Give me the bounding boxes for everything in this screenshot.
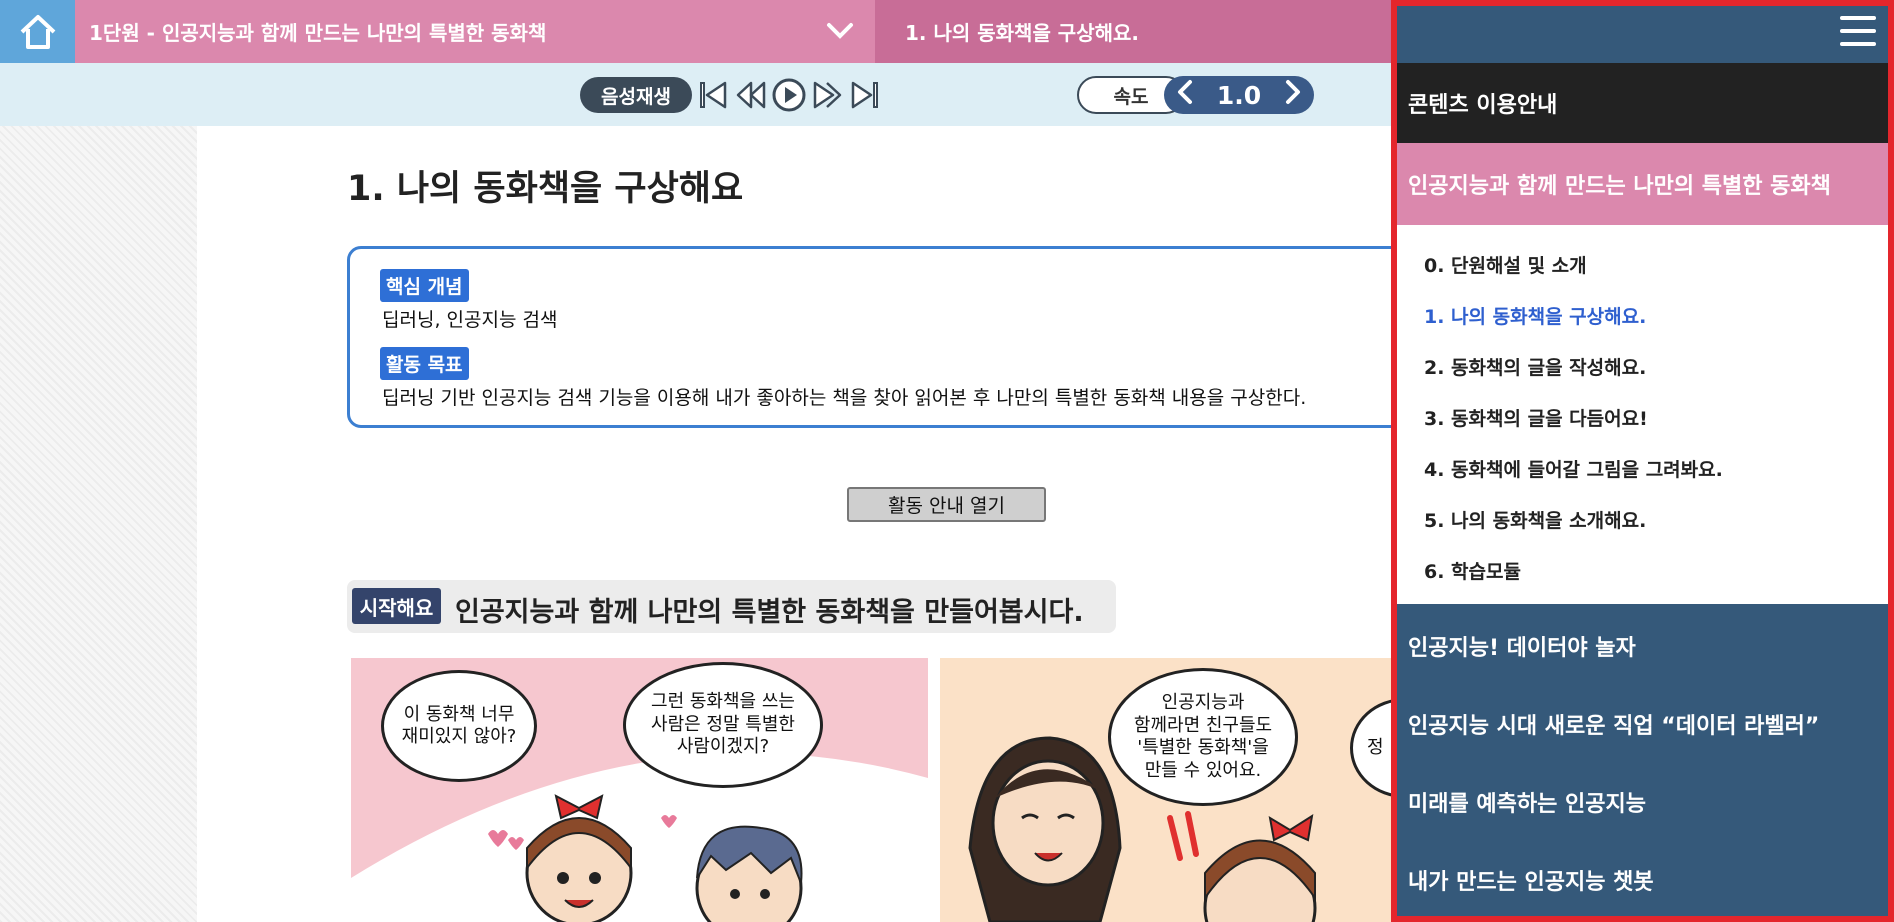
rewind-button[interactable] (733, 77, 769, 113)
menu-header (1397, 6, 1888, 63)
comic-panel-2: 인공지능과 함께라면 친구들도 '특별한 동화책'을 만들 수 있어요. 정 (940, 658, 1400, 922)
speech-bubble-3: 인공지능과 함께라면 친구들도 '특별한 동화책'을 만들 수 있어요. (1108, 668, 1298, 806)
speed-decrease-button[interactable] (1176, 79, 1194, 111)
speech-bubble-2: 그런 동화책을 쓰는 사람은 정말 특별한 사람이겠지? (623, 662, 823, 788)
submenu-item[interactable]: 4. 동화책에 들어갈 그림을 그려봐요. (1424, 455, 1723, 482)
start-section: 시작해요 인공지능과 함께 나만의 특별한 동화책을 만들어봅시다. (347, 580, 1116, 633)
activity-guide-button[interactable]: 활동 안내 열기 (847, 487, 1046, 522)
comic-panel-1: 이 동화책 너무 재미있지 않아? 그런 동화책을 쓰는 사람은 정말 특별한 … (351, 658, 928, 922)
chevron-down-icon (827, 23, 853, 39)
play-button[interactable] (771, 77, 807, 113)
menu-unit-item[interactable]: 미래를 예측하는 인공지능 (1408, 786, 1646, 818)
submenu-item[interactable]: 2. 동화책의 글을 작성해요. (1424, 353, 1646, 380)
concept-text: 딥러닝, 인공지능 검색 (382, 309, 558, 331)
unit-title: 1단원 - 인공지능과 함께 만드는 나만의 특별한 동화책 (89, 21, 547, 45)
page-title: 1. 나의 동화책을 구상해요 (347, 169, 744, 209)
skip-to-start-button[interactable] (695, 77, 731, 113)
submenu-item[interactable]: 6. 학습모듈 (1424, 557, 1521, 584)
chevron-right-icon (1285, 80, 1300, 104)
goal-text: 딥러닝 기반 인공지능 검색 기능을 이용해 내가 좋아하는 책을 찾아 읽어본… (382, 387, 1307, 409)
speed-control: 1.0 (1164, 76, 1314, 114)
home-icon (20, 14, 55, 49)
submenu-item[interactable]: 3. 동화책의 글을 다듬어요! (1424, 404, 1648, 431)
skip-to-start-icon (700, 81, 727, 109)
submenu-item[interactable]: 0. 단원해설 및 소개 (1424, 251, 1587, 278)
home-button[interactable] (0, 0, 75, 63)
voice-play-label[interactable]: 음성재생 (580, 77, 692, 113)
speed-increase-button[interactable] (1284, 79, 1302, 111)
chevron-left-icon (1178, 80, 1192, 104)
speech-bubble-1: 이 동화책 너무 재미있지 않아? (381, 670, 537, 782)
submenu-list: 0. 단원해설 및 소개 1. 나의 동화책을 구상해요. 2. 동화책의 글을… (1397, 225, 1888, 604)
skip-to-end-icon (851, 81, 878, 109)
submenu-item[interactable]: 5. 나의 동화책을 소개해요. (1424, 506, 1646, 533)
speech-bubble-2-text: 그런 동화책을 쓰는 사람은 정말 특별한 사람이겠지? (651, 691, 795, 758)
skip-to-end-button[interactable] (847, 77, 883, 113)
unit-title-dropdown[interactable]: 1단원 - 인공지능과 함께 만드는 나만의 특별한 동화책 (75, 0, 875, 63)
start-text: 인공지능과 함께 나만의 특별한 동화책을 만들어봅시다. (455, 597, 1084, 628)
start-badge: 시작해요 (352, 588, 441, 624)
menu-item-content-guide[interactable]: 콘텐츠 이용안내 (1397, 63, 1888, 143)
menu-unit-item[interactable]: 인공지능 시대 새로운 직업 “데이터 라벨러” (1408, 708, 1819, 740)
menu-unit-active[interactable]: 인공지능과 함께 만드는 나만의 특별한 동화책 (1397, 143, 1888, 225)
hamburger-menu-icon[interactable] (1840, 16, 1876, 50)
submenu-item-active[interactable]: 1. 나의 동화책을 구상해요. (1424, 302, 1646, 329)
unit-dropdown-toggle[interactable] (820, 14, 860, 48)
concept-badge: 핵심 개념 (380, 269, 469, 302)
speech-bubble-1-text: 이 동화책 너무 재미있지 않아? (401, 703, 517, 748)
concept-box: 핵심 개념 딥러닝, 인공지능 검색 활동 목표 딥러닝 기반 인공지능 검색 … (347, 246, 1497, 428)
forward-button[interactable] (809, 77, 845, 113)
speech-bubble-4-text: 정 (1367, 736, 1384, 758)
menu-unit-item[interactable]: 인공지능! 데이터야 놀자 (1408, 630, 1636, 662)
rewind-icon (736, 81, 766, 109)
speed-value: 1.0 (1216, 80, 1262, 110)
play-icon (772, 78, 806, 112)
forward-icon (813, 81, 842, 109)
menu-unit-item[interactable]: 내가 만드는 인공지능 챗봇 (1408, 864, 1654, 896)
lesson-title: 1. 나의 동화책을 구상해요. (905, 21, 1139, 45)
side-navigation-menu: 콘텐츠 이용안내 인공지능과 함께 만드는 나만의 특별한 동화책 0. 단원해… (1391, 0, 1894, 922)
speech-bubble-3-text: 인공지능과 함께라면 친구들도 '특별한 동화책'을 만들 수 있어요. (1133, 692, 1273, 781)
goal-badge: 활동 목표 (380, 347, 469, 380)
page-gutter (0, 126, 197, 922)
